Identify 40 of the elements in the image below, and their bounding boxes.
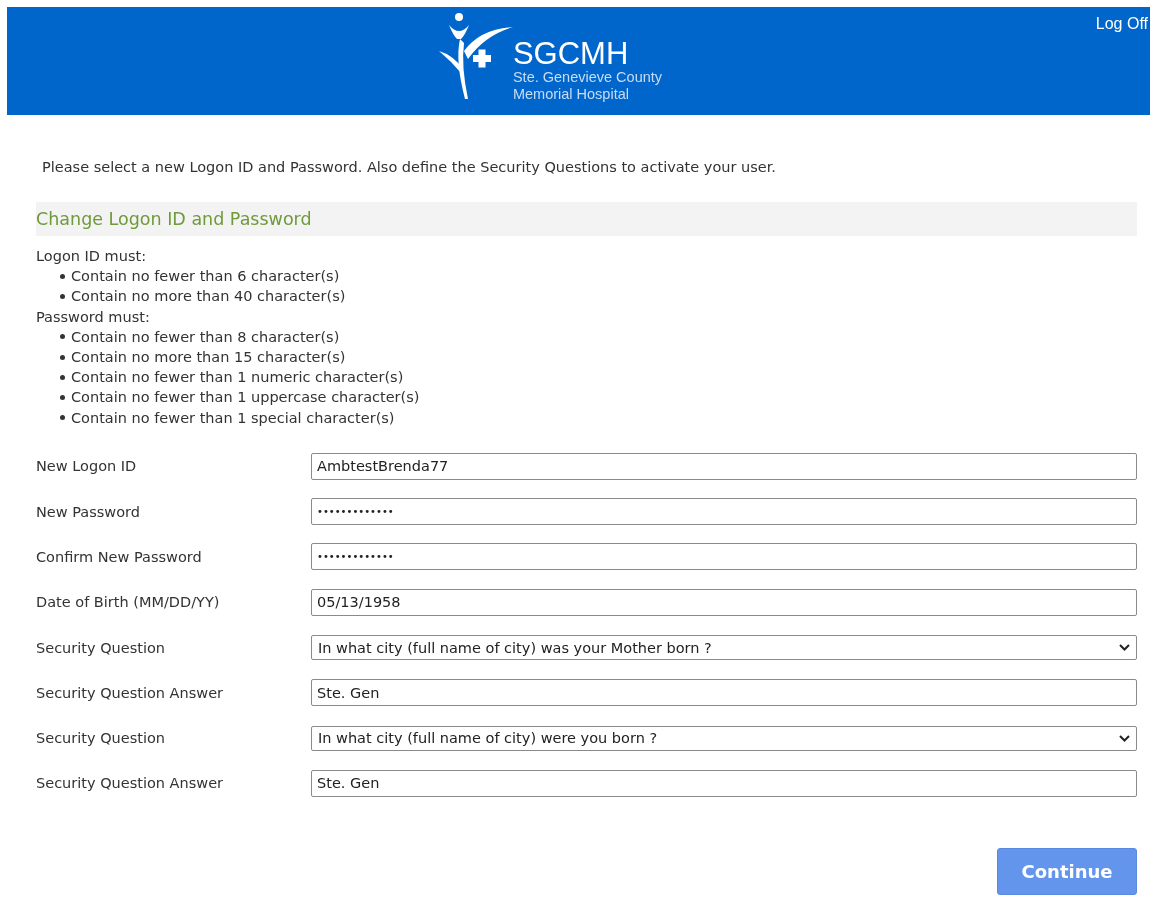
bullet-icon (60, 334, 65, 340)
field-label: Confirm New Password (36, 548, 203, 565)
password-field[interactable]: ••••••••••••• (311, 543, 1137, 571)
intro-text: Please select a new Logon ID and Password. Also define the Security Questions to activate your user. (42, 158, 777, 177)
logo-subtitle: Ste. Genevieve County (512, 69, 663, 86)
field-label: Security Question Answer (36, 684, 225, 701)
chevron-down-icon (1119, 734, 1130, 742)
bullet-icon (60, 415, 65, 421)
field-label: New Password (36, 503, 141, 520)
question-dropdown[interactable]: In what city (full name of city) was your Mother born ? (311, 635, 1137, 660)
log-off-link[interactable]: Log Off (1095, 15, 1148, 33)
input-field[interactable]: Ste. Gen (311, 769, 1137, 797)
rule-heading: Logon ID must: (36, 247, 148, 266)
bullet-icon (60, 294, 65, 299)
rule-text: Contain no fewer than 1 uppercase character(s) (71, 388, 420, 408)
rule-text: Contain no fewer than 1 numeric character(s) (71, 368, 404, 388)
question-dropdown[interactable]: In what city (full name of city) were you born ? (311, 725, 1137, 751)
rule-text: Contain no fewer than 1 special character(s) (71, 408, 395, 428)
rule-text: Contain no more than 40 character(s) (71, 287, 346, 307)
field-label: New Logon ID (36, 458, 138, 475)
rule-text: Contain no fewer than 8 character(s) (71, 327, 340, 347)
logo-subtitle: Memorial Hospital (512, 86, 630, 103)
bullet-icon (60, 273, 65, 279)
rule-text: Contain no more than 15 character(s) (71, 348, 346, 367)
section-title: Change Logon ID and Password (36, 209, 312, 229)
bullet-icon (60, 395, 65, 400)
field-label: Security Question Answer (36, 775, 225, 792)
input-field[interactable]: AmbtestBrenda77 (311, 452, 1137, 480)
field-label: Security Question (36, 639, 166, 656)
field-label: Security Question (36, 730, 166, 747)
field-label: Date of Birth (MM/DD/YY) (36, 594, 221, 611)
rule-heading: Password must: (36, 307, 151, 327)
logo-name: SGCMH (512, 39, 630, 69)
input-field[interactable]: 05/13/1958 (311, 588, 1137, 616)
rule-text: Contain no fewer than 6 character(s) (71, 267, 340, 287)
input-field[interactable]: Ste. Gen (311, 679, 1137, 707)
bullet-icon (60, 374, 65, 380)
password-field[interactable]: ••••••••••••• (311, 498, 1137, 526)
bullet-icon (60, 354, 65, 360)
chevron-down-icon (1119, 644, 1130, 651)
